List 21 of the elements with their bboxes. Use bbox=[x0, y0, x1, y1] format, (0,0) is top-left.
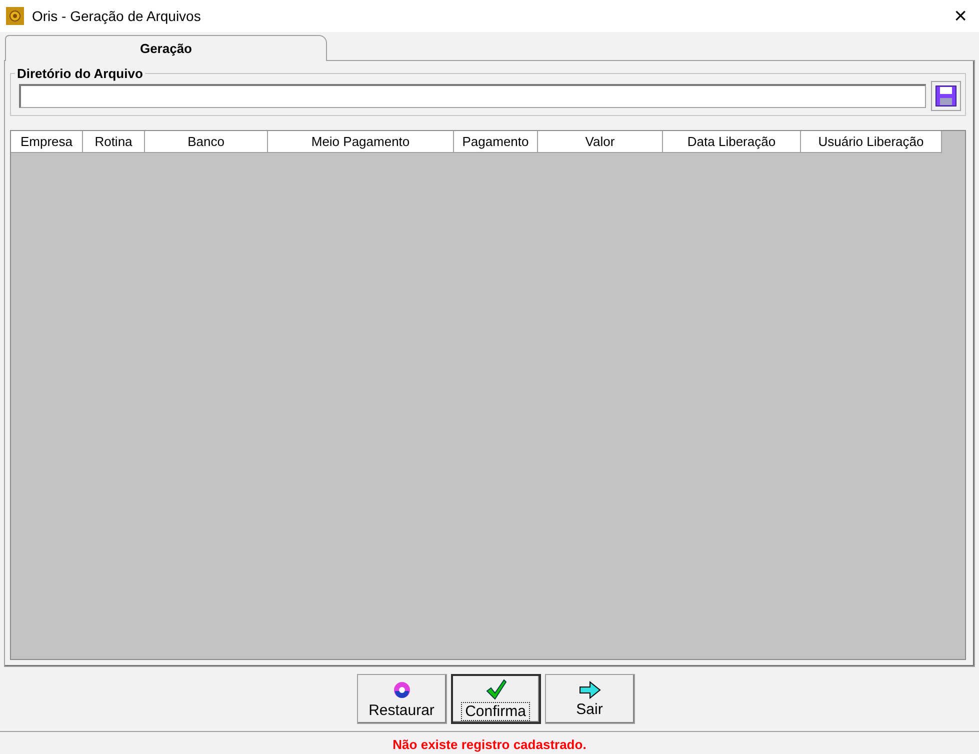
column-header[interactable]: Banco bbox=[145, 131, 268, 153]
column-header[interactable]: Rotina bbox=[83, 131, 145, 153]
column-header[interactable]: Meio Pagamento bbox=[268, 131, 454, 153]
checkmark-icon bbox=[484, 678, 506, 700]
arrow-right-icon bbox=[578, 680, 600, 698]
column-header[interactable]: Data Liberação bbox=[663, 131, 801, 153]
app-icon bbox=[6, 7, 24, 25]
column-header[interactable]: Pagamento bbox=[454, 131, 538, 153]
tab[interactable]: Geração bbox=[5, 35, 327, 61]
column-header[interactable]: Usuário Liberação bbox=[801, 131, 942, 153]
group-title: Diretório do Arquivo bbox=[16, 66, 144, 81]
close-button[interactable]: × bbox=[950, 5, 971, 27]
save-button[interactable] bbox=[931, 81, 961, 111]
status-message: Não existe registro cadastrado. bbox=[392, 737, 586, 752]
column-header[interactable]: Valor bbox=[538, 131, 663, 153]
restore-button[interactable]: Restaurar bbox=[356, 674, 446, 724]
column-header[interactable]: Empresa bbox=[11, 131, 83, 153]
confirm-button[interactable]: Confirma bbox=[450, 674, 540, 724]
exit-button[interactable]: Sair bbox=[544, 674, 634, 724]
window-title: Oris - Geração de Arquivos bbox=[32, 8, 202, 24]
directory-field[interactable] bbox=[19, 84, 926, 108]
